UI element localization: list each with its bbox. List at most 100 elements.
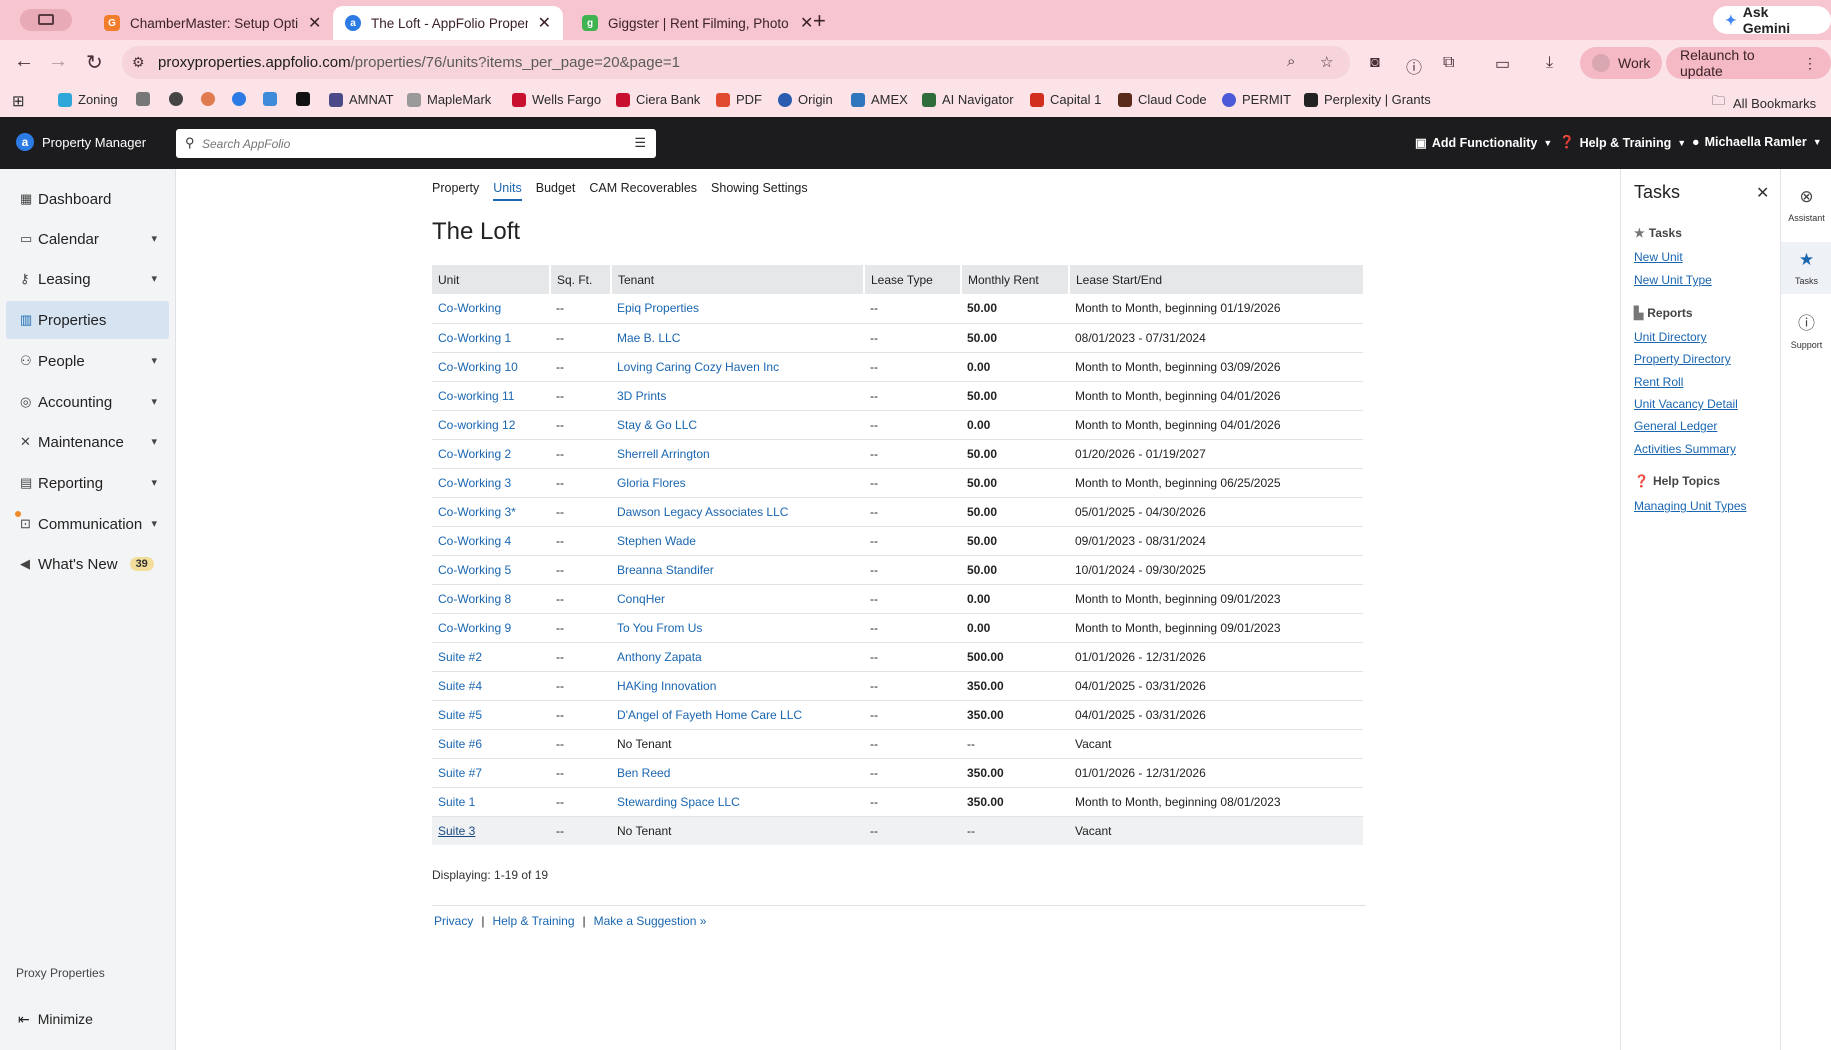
table-row[interactable]: Co-working 11 -- 3D Prints -- 50.00 Month to …: [432, 381, 1363, 411]
unit-cell[interactable]: Co-Working 3: [432, 468, 550, 498]
table-row[interactable]: Co-Working 3 -- Gloria Flores -- 50.00 Month …: [432, 468, 1363, 498]
table-row[interactable]: Suite #2 -- Anthony Zapata -- 500.00 01/01/20…: [432, 642, 1363, 672]
extensions-puzzle-icon[interactable]: ⧉: [1443, 54, 1454, 72]
address-bar[interactable]: ⚙ proxyproperties.appfolio.com/propertie…: [122, 46, 1350, 79]
tenant-cell[interactable]: Gloria Flores: [611, 468, 864, 498]
unit-cell[interactable]: Co-Working 1: [432, 323, 550, 353]
column-header-monthly-rent[interactable]: Monthly Rent: [961, 265, 1070, 294]
bookmark-amex[interactable]: AMEX: [851, 92, 908, 107]
bookmark-pdf[interactable]: PDF: [716, 92, 762, 107]
column-header-lease-type[interactable]: Lease Type: [864, 265, 962, 294]
table-row[interactable]: Co-Working 9 -- To You From Us -- 0.00 Month …: [432, 613, 1363, 643]
bookmark-perplexity[interactable]: Perplexity | Grants: [1304, 92, 1431, 107]
unit-cell[interactable]: Co-working 12: [432, 410, 550, 440]
column-header-tenant[interactable]: Tenant: [611, 265, 865, 294]
tenant-cell[interactable]: Anthony Zapata: [611, 642, 864, 672]
rail-support-button[interactable]: ⓘ Support: [1781, 309, 1831, 350]
tenant-cell[interactable]: HAKing Innovation: [611, 671, 864, 701]
privacy-link[interactable]: Privacy: [434, 914, 473, 928]
bookmark-origin[interactable]: Origin: [778, 92, 833, 107]
tab-showing-settings[interactable]: Showing Settings: [711, 181, 808, 201]
tenant-cell[interactable]: ConqHer: [611, 584, 864, 614]
unit-cell[interactable]: Co-Working 8: [432, 584, 550, 614]
make-suggestion-link[interactable]: Make a Suggestion »: [594, 914, 707, 928]
bookmark-openai[interactable]: [169, 92, 189, 106]
sidebar-item-people[interactable]: ⚇ People ▾: [6, 342, 169, 380]
help-training-menu[interactable]: ❓ Help & Training ▼: [1559, 135, 1686, 150]
password-manager-icon[interactable]: ⓘ: [1406, 54, 1422, 78]
close-tab-icon[interactable]: ✕: [538, 13, 551, 33]
relaunch-button[interactable]: Relaunch to update ⋮: [1666, 47, 1831, 79]
tab-units[interactable]: Units: [493, 181, 522, 201]
sidebar-item-maintenance[interactable]: ✕ Maintenance ▾: [6, 423, 169, 461]
table-row[interactable]: Suite 3 -- No Tenant -- -- Vacant: [432, 816, 1363, 845]
sidebar-item-communication[interactable]: ⊡ Communication ▾: [6, 505, 169, 543]
bookmark-appfolio[interactable]: [232, 92, 252, 106]
unit-cell[interactable]: Co-Working 5: [432, 555, 550, 585]
zoom-icon[interactable]: ⌕: [1287, 53, 1295, 70]
user-menu[interactable]: ● Michaella Ramler ▼: [1692, 135, 1822, 149]
unit-cell[interactable]: Co-Working: [432, 294, 550, 324]
sidebar-item-reporting[interactable]: ▤ Reporting ▾: [6, 464, 169, 502]
new-tab-button[interactable]: +: [813, 8, 826, 34]
rent-roll-link[interactable]: Rent Roll: [1634, 375, 1683, 389]
search-filter-icon[interactable]: ☰: [634, 135, 646, 151]
new-unit-type-link[interactable]: New Unit Type: [1634, 273, 1712, 287]
reload-icon[interactable]: ↻: [86, 50, 103, 75]
unit-cell[interactable]: Co-Working 3*: [432, 497, 550, 527]
table-row[interactable]: Co-Working 4 -- Stephen Wade -- 50.00 09/01/2…: [432, 526, 1363, 556]
download-icon[interactable]: ⤓: [1546, 54, 1553, 72]
bookmark-calculator[interactable]: [136, 92, 156, 106]
all-bookmarks-folder[interactable]: 🗀 All Bookmarks: [1712, 92, 1816, 114]
appfolio-logo[interactable]: a Property Manager: [16, 133, 146, 151]
bookmark-claudcode[interactable]: Claud Code: [1118, 92, 1207, 107]
table-row[interactable]: Co-Working 1 -- Mae B. LLC -- 50.00 08/01/202…: [432, 323, 1363, 353]
add-functionality-menu[interactable]: ▣ Add Functionality ▼: [1415, 135, 1552, 151]
browser-tab-appfolio[interactable]: a The Loft - AppFolio Property ✕: [333, 6, 563, 40]
browser-tab-giggster[interactable]: g Giggster | Rent Filming, Photo ✕: [570, 6, 825, 40]
table-row[interactable]: Suite #6 -- No Tenant -- -- Vacant: [432, 729, 1363, 759]
tenant-cell[interactable]: Stewarding Space LLC: [611, 787, 864, 817]
unit-cell[interactable]: Suite #5: [432, 700, 550, 730]
unit-cell[interactable]: Suite #2: [432, 642, 550, 672]
bookmark-cierabank[interactable]: Ciera Bank: [616, 92, 700, 107]
tenant-cell[interactable]: Stay & Go LLC: [611, 410, 864, 440]
bookmark-amnat[interactable]: AMNAT: [329, 92, 394, 107]
apps-grid-icon[interactable]: ⊞: [12, 92, 25, 110]
bookmark-wellsfargo[interactable]: Wells Fargo: [512, 92, 601, 107]
screen-search-icon[interactable]: ▭: [1495, 54, 1510, 74]
unit-directory-link[interactable]: Unit Directory: [1634, 330, 1707, 344]
bookmark-square[interactable]: [296, 92, 316, 106]
unit-cell[interactable]: Co-Working 9: [432, 613, 550, 643]
unit-cell[interactable]: Suite 1: [432, 787, 550, 817]
bookmark-star-icon[interactable]: ☆: [1320, 53, 1333, 71]
sidebar-item-calendar[interactable]: ▭ Calendar ▾: [6, 220, 169, 258]
table-row[interactable]: Co-Working 10 -- Loving Caring Cozy Haven …: [432, 352, 1363, 382]
back-arrow-icon[interactable]: ←: [14, 50, 34, 73]
browser-tab-chambermaster[interactable]: G ChamberMaster: Setup Optio ✕: [92, 6, 333, 40]
tab-cam-recoverables[interactable]: CAM Recoverables: [589, 181, 697, 201]
tab-budget[interactable]: Budget: [536, 181, 576, 201]
tenant-cell[interactable]: Epiq Properties: [611, 294, 864, 324]
minimize-sidebar-button[interactable]: ⇤ Minimize: [18, 1011, 93, 1028]
search-input[interactable]: [202, 133, 602, 154]
table-row[interactable]: Suite #7 -- Ben Reed -- 350.00 01/01/2026 - 1…: [432, 758, 1363, 788]
close-tab-icon[interactable]: ✕: [800, 13, 813, 33]
sidebar-item-dashboard[interactable]: ▦ Dashboard: [6, 180, 169, 218]
table-row[interactable]: Co-Working 2 -- Sherrell Arrington -- 50.00 0…: [432, 439, 1363, 469]
bookmark-claude[interactable]: [201, 92, 221, 106]
sidebar-item-leasing[interactable]: ⚷ Leasing ▾: [6, 260, 169, 298]
profile-button[interactable]: Work: [1580, 47, 1663, 79]
table-row[interactable]: Suite 1 -- Stewarding Space LLC -- 350.00 Mon…: [432, 787, 1363, 817]
column-header-unit[interactable]: Unit: [432, 265, 551, 294]
help-training-link[interactable]: Help & Training: [492, 914, 574, 928]
unit-cell[interactable]: Suite 3: [432, 816, 550, 845]
sidebar-item-whats-new[interactable]: ◀ What's New 39: [6, 545, 169, 583]
table-row[interactable]: Suite #5 -- D'Angel of Fayeth Home Care LL…: [432, 700, 1363, 730]
ask-gemini-button[interactable]: ✦ Ask Gemini: [1713, 4, 1831, 36]
extension-1-icon[interactable]: ◙: [1370, 54, 1380, 72]
bookmark-wave[interactable]: [263, 92, 283, 106]
tenant-cell[interactable]: To You From Us: [611, 613, 864, 643]
tenant-cell[interactable]: D'Angel of Fayeth Home Care LLC: [611, 700, 864, 730]
tab-property[interactable]: Property: [432, 181, 479, 201]
